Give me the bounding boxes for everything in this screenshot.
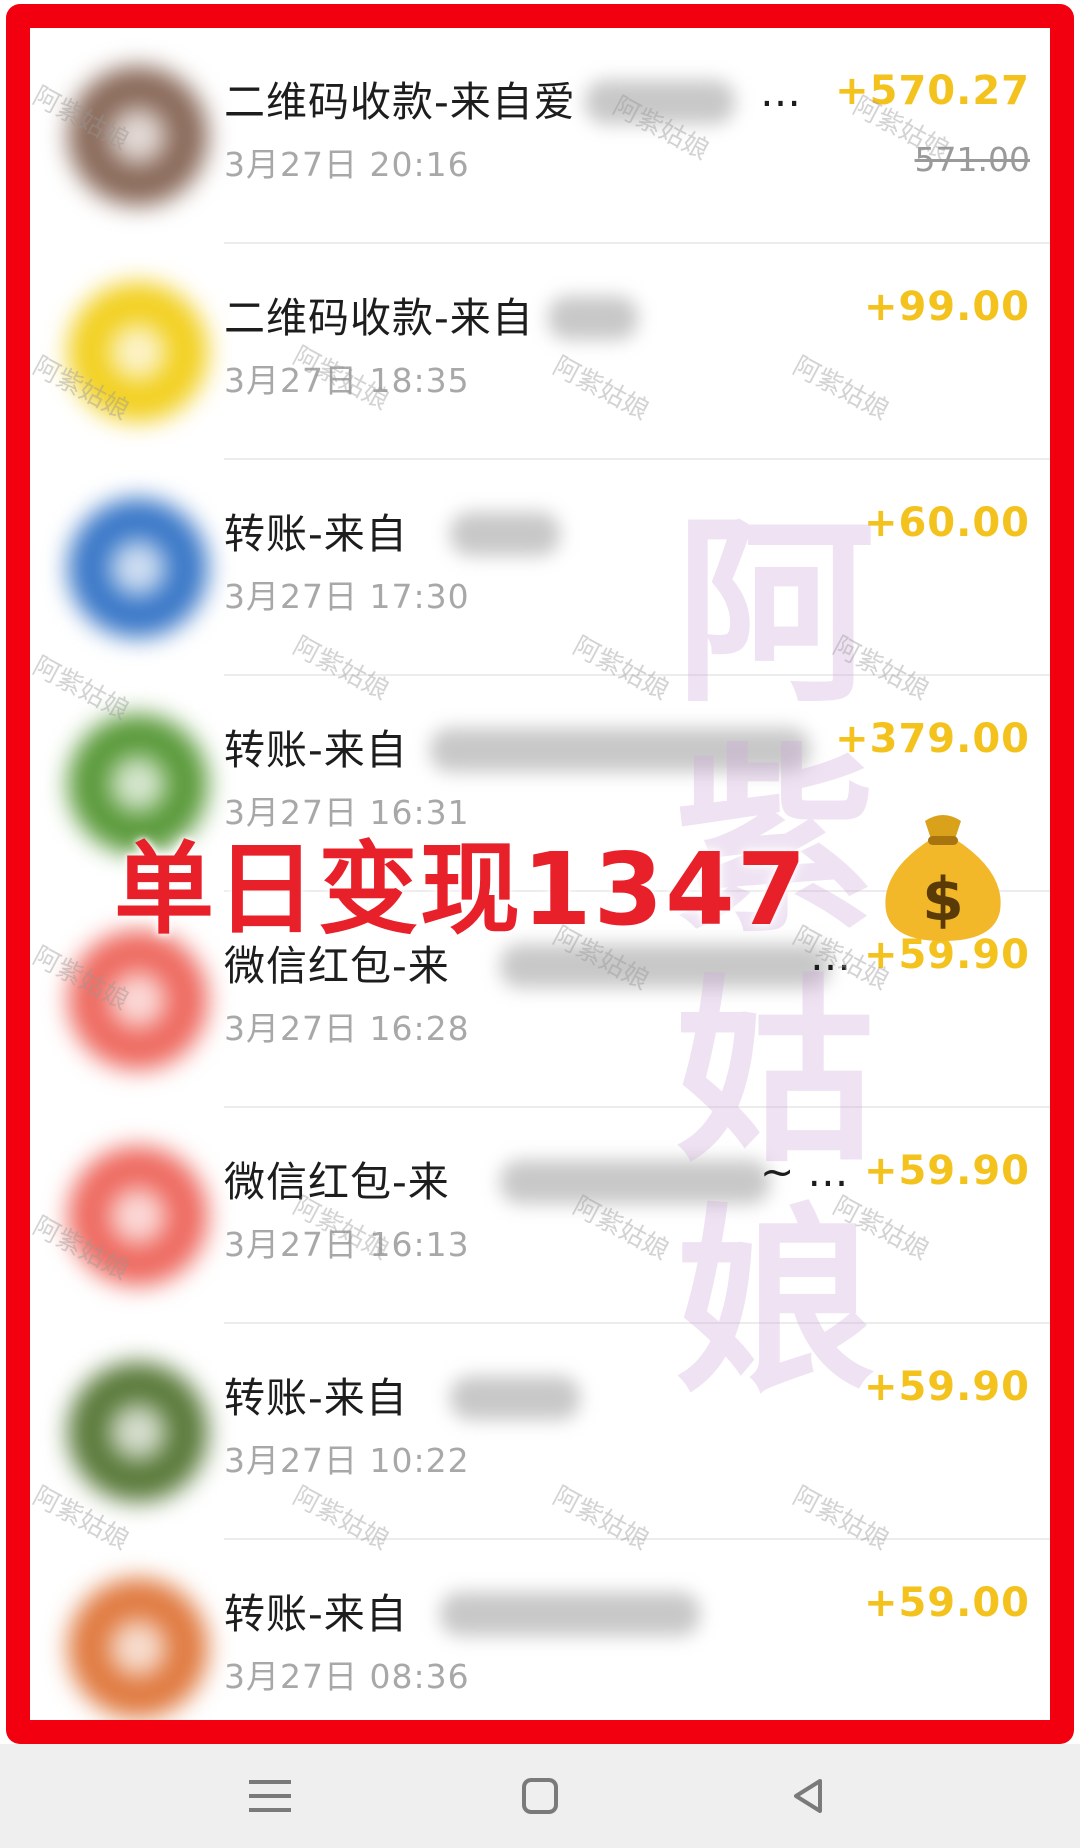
transaction-amount: +59.00 xyxy=(863,1580,1030,1626)
blurred-sender xyxy=(450,512,560,556)
screenshot-frame: 二维码收款-来自爱 … 3月27日 20:16 +570.27 571.00 二… xyxy=(6,4,1074,1744)
screen: 二维码收款-来自爱 … 3月27日 20:16 +570.27 571.00 二… xyxy=(0,0,1080,1848)
avatar xyxy=(68,1578,208,1718)
money-bag-icon: $ xyxy=(885,815,1001,941)
blurred-sender xyxy=(548,296,638,340)
home-icon[interactable] xyxy=(502,1758,578,1834)
daily-income-banner: 单日变现1347 xyxy=(114,831,809,948)
transaction-title: 转账-来自 xyxy=(224,1374,408,1422)
avatar xyxy=(68,1362,208,1502)
transaction-amount: +99.00 xyxy=(863,284,1030,330)
transaction-title: 二维码收款-来自爱 xyxy=(224,78,576,126)
transaction-time: 3月27日 16:28 xyxy=(224,1009,470,1048)
transaction-title: 微信红包-来 xyxy=(224,1158,450,1206)
menu-icon[interactable] xyxy=(232,1758,308,1834)
transaction-title: 转账-来自 xyxy=(224,1590,408,1638)
transaction-title: 转账-来自 xyxy=(224,510,408,558)
back-icon[interactable] xyxy=(770,1758,846,1834)
transaction-row[interactable]: 二维码收款-来自 3月27日 18:35 +99.00 xyxy=(30,244,1050,460)
avatar xyxy=(68,498,208,638)
transaction-time: 3月27日 10:22 xyxy=(224,1441,470,1480)
transaction-title: 二维码收款-来自 xyxy=(224,294,534,342)
transaction-time: 3月27日 20:16 xyxy=(224,145,470,184)
system-nav-bar xyxy=(0,1744,1080,1848)
transaction-row[interactable]: 转账-来自 3月27日 08:36 +59.00 xyxy=(30,1540,1050,1720)
blurred-sender xyxy=(450,1376,580,1420)
transaction-time: 3月27日 08:36 xyxy=(224,1657,470,1696)
blurred-sender xyxy=(440,1592,700,1636)
transaction-title: 转账-来自 xyxy=(224,726,408,774)
svg-text:$: $ xyxy=(922,865,964,935)
title-ellipsis: … xyxy=(760,68,801,116)
transaction-time: 3月27日 17:30 xyxy=(224,577,470,616)
transaction-row[interactable]: 转账-来自 3月27日 17:30 +60.00 xyxy=(30,460,1050,676)
transaction-row[interactable]: 转账-来自 3月27日 10:22 +59.90 xyxy=(30,1324,1050,1540)
